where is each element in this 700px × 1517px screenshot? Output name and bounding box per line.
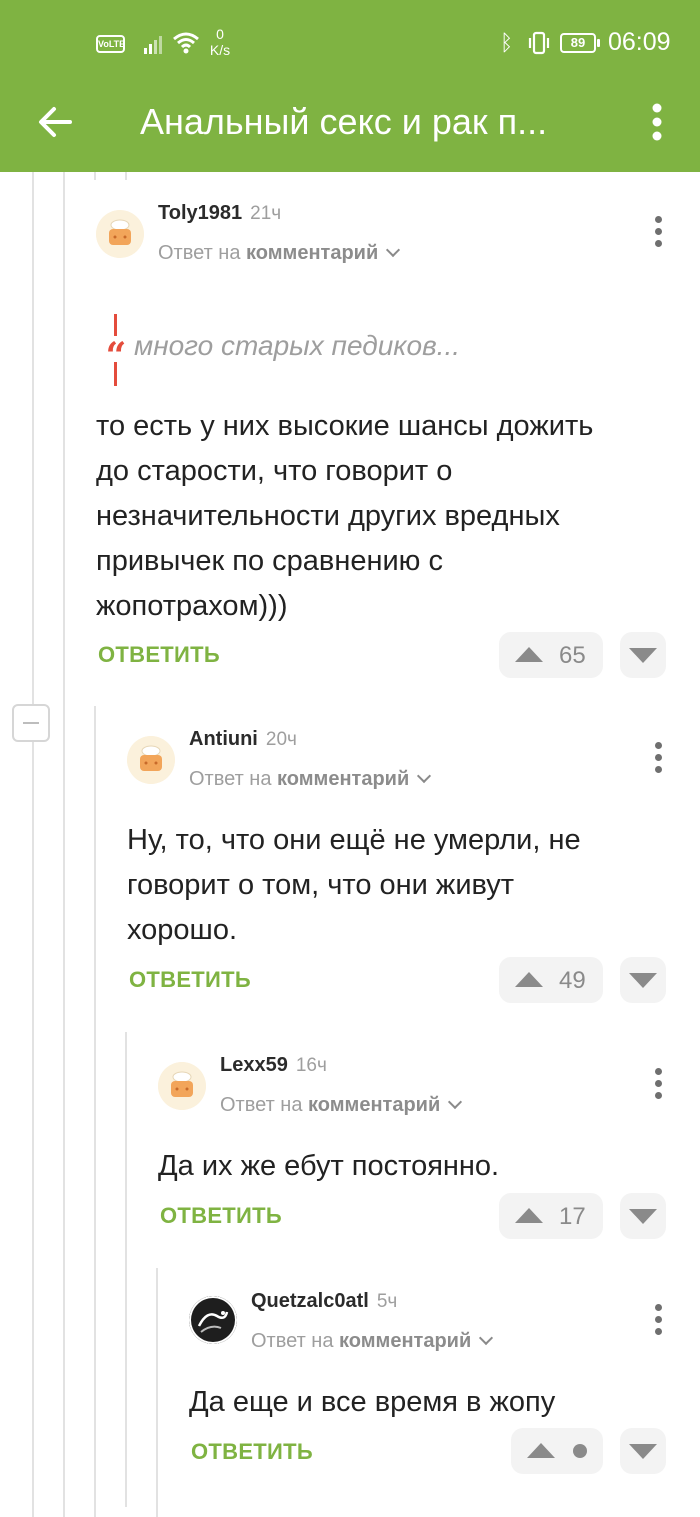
comment-text: то есть у них высокие шансы дожить до ст… bbox=[96, 410, 594, 622]
reply-to-target[interactable]: комментарий bbox=[246, 242, 378, 264]
arrow-up-icon bbox=[515, 972, 543, 987]
reply-button[interactable]: ОТВЕТИТЬ bbox=[129, 967, 251, 993]
quote-text: много старых педиков... bbox=[134, 330, 461, 361]
comment-author[interactable]: Antiuni 20ч bbox=[189, 728, 297, 751]
upvote-button[interactable] bbox=[511, 1428, 603, 1474]
thread-line bbox=[63, 172, 65, 1517]
downvote-button[interactable] bbox=[620, 1193, 666, 1239]
arrow-up-icon bbox=[515, 1208, 543, 1223]
arrow-down-icon bbox=[629, 1209, 657, 1224]
collapse-thread-button[interactable] bbox=[12, 704, 50, 742]
author-name[interactable]: Antiuni bbox=[189, 728, 258, 750]
status-bar: VoLTE 0 K/s ᛒ 89 06:09 bbox=[0, 0, 700, 88]
arrow-down-icon bbox=[629, 973, 657, 988]
arrow-up-icon bbox=[527, 1443, 555, 1458]
comment-time: 16ч bbox=[295, 1055, 327, 1076]
top-bar: VoLTE 0 K/s ᛒ 89 06:09 Анальный секс и р… bbox=[0, 0, 700, 172]
chevron-down-icon[interactable] bbox=[417, 768, 432, 784]
reply-to-line[interactable]: Ответ на комментарий bbox=[189, 768, 432, 791]
page-title: Анальный секс и рак п... bbox=[140, 101, 548, 142]
author-name[interactable]: Quetzalc0atl bbox=[251, 1290, 369, 1312]
comment-menu-icon[interactable] bbox=[648, 740, 668, 776]
comment-text: Да еще и все время в жопу bbox=[189, 1386, 556, 1418]
thread-line bbox=[32, 742, 34, 1517]
speed-unit: K/s bbox=[209, 42, 231, 58]
network-speed: 0 K/s bbox=[208, 26, 232, 58]
vibrate-icon bbox=[528, 31, 550, 55]
reply-to-target[interactable]: комментарий bbox=[308, 1094, 440, 1116]
reply-to-target[interactable]: комментарий bbox=[339, 1330, 471, 1352]
upvote-button[interactable]: 17 bbox=[499, 1193, 603, 1239]
thread-line bbox=[156, 1268, 158, 1517]
downvote-button[interactable] bbox=[620, 1428, 666, 1474]
thread-line bbox=[125, 172, 127, 180]
reply-button[interactable]: ОТВЕТИТЬ bbox=[160, 1203, 282, 1229]
comment-text: Ну, то, что они ещё не умерли, не говори… bbox=[127, 824, 581, 946]
wifi-icon bbox=[173, 32, 199, 54]
serpent-avatar-icon bbox=[189, 1296, 237, 1344]
app-bar: Анальный секс и рак п... bbox=[0, 88, 700, 172]
comment-time: 5ч bbox=[376, 1291, 398, 1312]
reply-button[interactable]: ОТВЕТИТЬ bbox=[98, 642, 220, 668]
comment: Lexx59 16ч Ответ на комментарий bbox=[158, 1052, 670, 1132]
comment-time: 20ч bbox=[265, 729, 297, 750]
arrow-down-icon bbox=[629, 648, 657, 663]
author-name[interactable]: Toly1981 bbox=[158, 202, 242, 224]
more-options-icon[interactable] bbox=[640, 98, 674, 146]
avatar[interactable] bbox=[96, 210, 144, 258]
bluetooth-icon: ᛒ bbox=[500, 30, 514, 55]
comment-text: Да их же ебут постоянно. bbox=[158, 1150, 500, 1182]
rating-hidden-icon bbox=[573, 1444, 587, 1458]
reply-to-line[interactable]: Ответ на комментарий bbox=[158, 242, 401, 265]
comment-author[interactable]: Quetzalc0atl 5ч bbox=[251, 1290, 397, 1313]
thread-line bbox=[94, 172, 96, 180]
comment: Antiuni 20ч Ответ на комментарий bbox=[127, 726, 670, 806]
arrow-up-icon bbox=[515, 647, 543, 662]
reply-to-label: Ответ на bbox=[251, 1330, 334, 1352]
chevron-down-icon[interactable] bbox=[448, 1094, 463, 1110]
chevron-down-icon[interactable] bbox=[386, 242, 401, 258]
comment-author[interactable]: Toly1981 21ч bbox=[158, 202, 281, 225]
comment-author[interactable]: Lexx59 16ч bbox=[220, 1054, 327, 1077]
rating-count: 17 bbox=[559, 1203, 586, 1230]
back-arrow-icon[interactable] bbox=[34, 100, 78, 144]
default-avatar-icon bbox=[96, 210, 144, 258]
thread-line bbox=[94, 706, 96, 1517]
avatar[interactable] bbox=[189, 1296, 237, 1344]
reply-button[interactable]: ОТВЕТИТЬ bbox=[191, 1439, 313, 1465]
chevron-down-icon[interactable] bbox=[479, 1330, 494, 1346]
reply-to-label: Ответ на bbox=[220, 1094, 303, 1116]
downvote-button[interactable] bbox=[620, 957, 666, 1003]
thread-line bbox=[32, 172, 34, 704]
comment-time: 21ч bbox=[250, 203, 282, 224]
comment-menu-icon[interactable] bbox=[648, 1302, 668, 1338]
speed-value: 0 bbox=[216, 26, 224, 42]
avatar[interactable] bbox=[158, 1062, 206, 1110]
reply-to-target[interactable]: комментарий bbox=[277, 768, 409, 790]
clock: 06:09 bbox=[608, 28, 671, 56]
reply-to-line[interactable]: Ответ на комментарий bbox=[220, 1094, 463, 1117]
thread-line bbox=[125, 1032, 127, 1507]
quote-mark-icon: “ bbox=[102, 336, 130, 376]
reply-to-line[interactable]: Ответ на комментарий bbox=[251, 1330, 494, 1353]
comment-menu-icon[interactable] bbox=[648, 1066, 668, 1102]
rating-count: 65 bbox=[559, 642, 586, 669]
upvote-button[interactable]: 49 bbox=[499, 957, 603, 1003]
rating-count: 49 bbox=[559, 967, 586, 994]
arrow-down-icon bbox=[629, 1444, 657, 1459]
avatar[interactable] bbox=[127, 736, 175, 784]
battery-indicator: 89 bbox=[560, 33, 600, 53]
downvote-button[interactable] bbox=[620, 632, 666, 678]
upvote-button[interactable]: 65 bbox=[499, 632, 603, 678]
comment-menu-icon[interactable] bbox=[648, 214, 668, 250]
reply-to-label: Ответ на bbox=[189, 768, 272, 790]
volte-indicator: VoLTE bbox=[96, 35, 125, 53]
reply-to-label: Ответ на bbox=[158, 242, 241, 264]
comment: Quetzalc0atl 5ч Ответ на комментарий bbox=[189, 1288, 670, 1368]
default-avatar-icon bbox=[127, 736, 175, 784]
signal-icon bbox=[144, 36, 162, 54]
author-name[interactable]: Lexx59 bbox=[220, 1054, 288, 1076]
default-avatar-icon bbox=[158, 1062, 206, 1110]
